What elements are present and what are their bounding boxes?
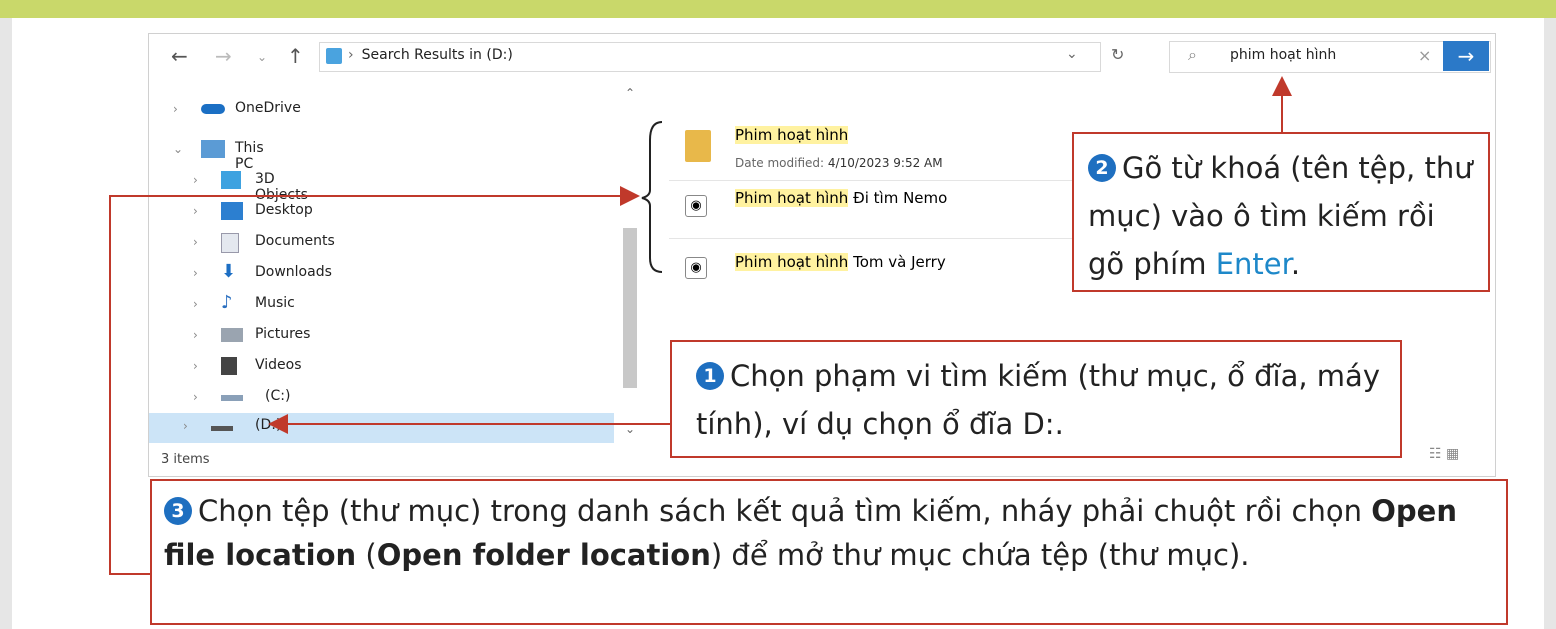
results-brace [641,121,663,273]
callout-step-1: 1 Chọn phạm vi tìm kiếm (thư mục, ổ đĩa, … [670,340,1402,458]
open-folder-location-text: Open folder location [376,538,711,572]
callout-step-2: 2 Gõ từ khoá (tên tệp, thư mục) vào ô tìm… [1072,132,1490,292]
callout-step-3: 3 Chọn tệp (thư mục) trong danh sách kết … [150,479,1508,625]
step-number-badge: 2 [1088,154,1116,182]
callout-text: Chọn phạm vi tìm kiếm (thư mục, ổ đĩa, m… [696,359,1380,441]
callout-text: Chọn tệp (thư mục) trong danh sách kết q… [198,494,1372,528]
callout-punct: . [1290,247,1301,281]
callout-text: ) để mở thư mục chứa tệp (thư mục). [710,538,1250,572]
enter-key-text: Enter [1215,247,1291,281]
step-number-badge: 3 [164,497,192,525]
step-number-badge: 1 [696,362,724,390]
callout-text: ( [356,538,377,572]
